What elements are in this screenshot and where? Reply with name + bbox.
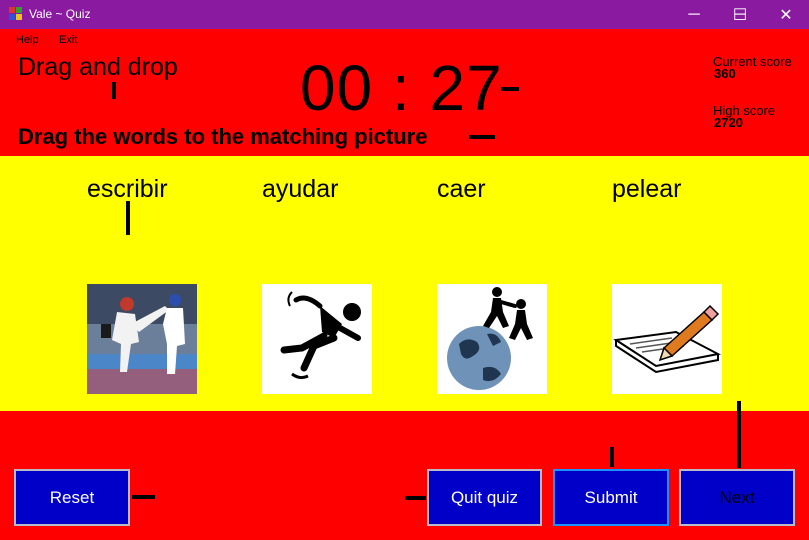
page-title: Drag and drop: [18, 53, 178, 81]
drag-marker: [112, 82, 116, 99]
instruction-text: Drag the words to the matching picture: [18, 124, 428, 149]
app-icon: [9, 7, 22, 20]
drag-marker: [132, 495, 155, 499]
picture-people-helping-globe[interactable]: [437, 284, 547, 394]
word-pelear[interactable]: pelear: [612, 175, 682, 204]
submit-button[interactable]: Submit: [553, 469, 669, 526]
word-caer[interactable]: caer: [437, 175, 486, 204]
menu-bar: Help Exit: [0, 29, 809, 51]
picture-taekwondo-fight[interactable]: [87, 284, 197, 394]
close-button[interactable]: ✕: [763, 0, 809, 29]
menu-exit[interactable]: Exit: [59, 34, 77, 46]
menu-help[interactable]: Help: [16, 34, 39, 46]
drag-marker: [405, 496, 426, 500]
drag-marker: [126, 201, 130, 235]
drag-marker: [469, 135, 495, 139]
maximize-button[interactable]: ☐: [717, 0, 763, 29]
reset-button[interactable]: Reset: [14, 469, 130, 526]
countdown-timer: 00 : 27: [300, 52, 503, 124]
quit-quiz-button[interactable]: Quit quiz: [427, 469, 542, 526]
minimize-button[interactable]: ─: [671, 0, 717, 29]
drag-marker: [610, 447, 614, 467]
drag-marker: [501, 87, 519, 91]
high-score-value: 2720: [714, 115, 743, 130]
current-score-value: 360: [714, 66, 736, 81]
window-title: Vale ~ Quiz: [29, 7, 91, 21]
drag-marker: [737, 401, 741, 468]
word-escribir[interactable]: escribir: [87, 175, 168, 204]
picture-falling-person[interactable]: [262, 284, 372, 394]
picture-pencil-writing-paper[interactable]: [612, 284, 722, 394]
word-ayudar[interactable]: ayudar: [262, 175, 338, 204]
next-button[interactable]: Next: [679, 469, 795, 526]
